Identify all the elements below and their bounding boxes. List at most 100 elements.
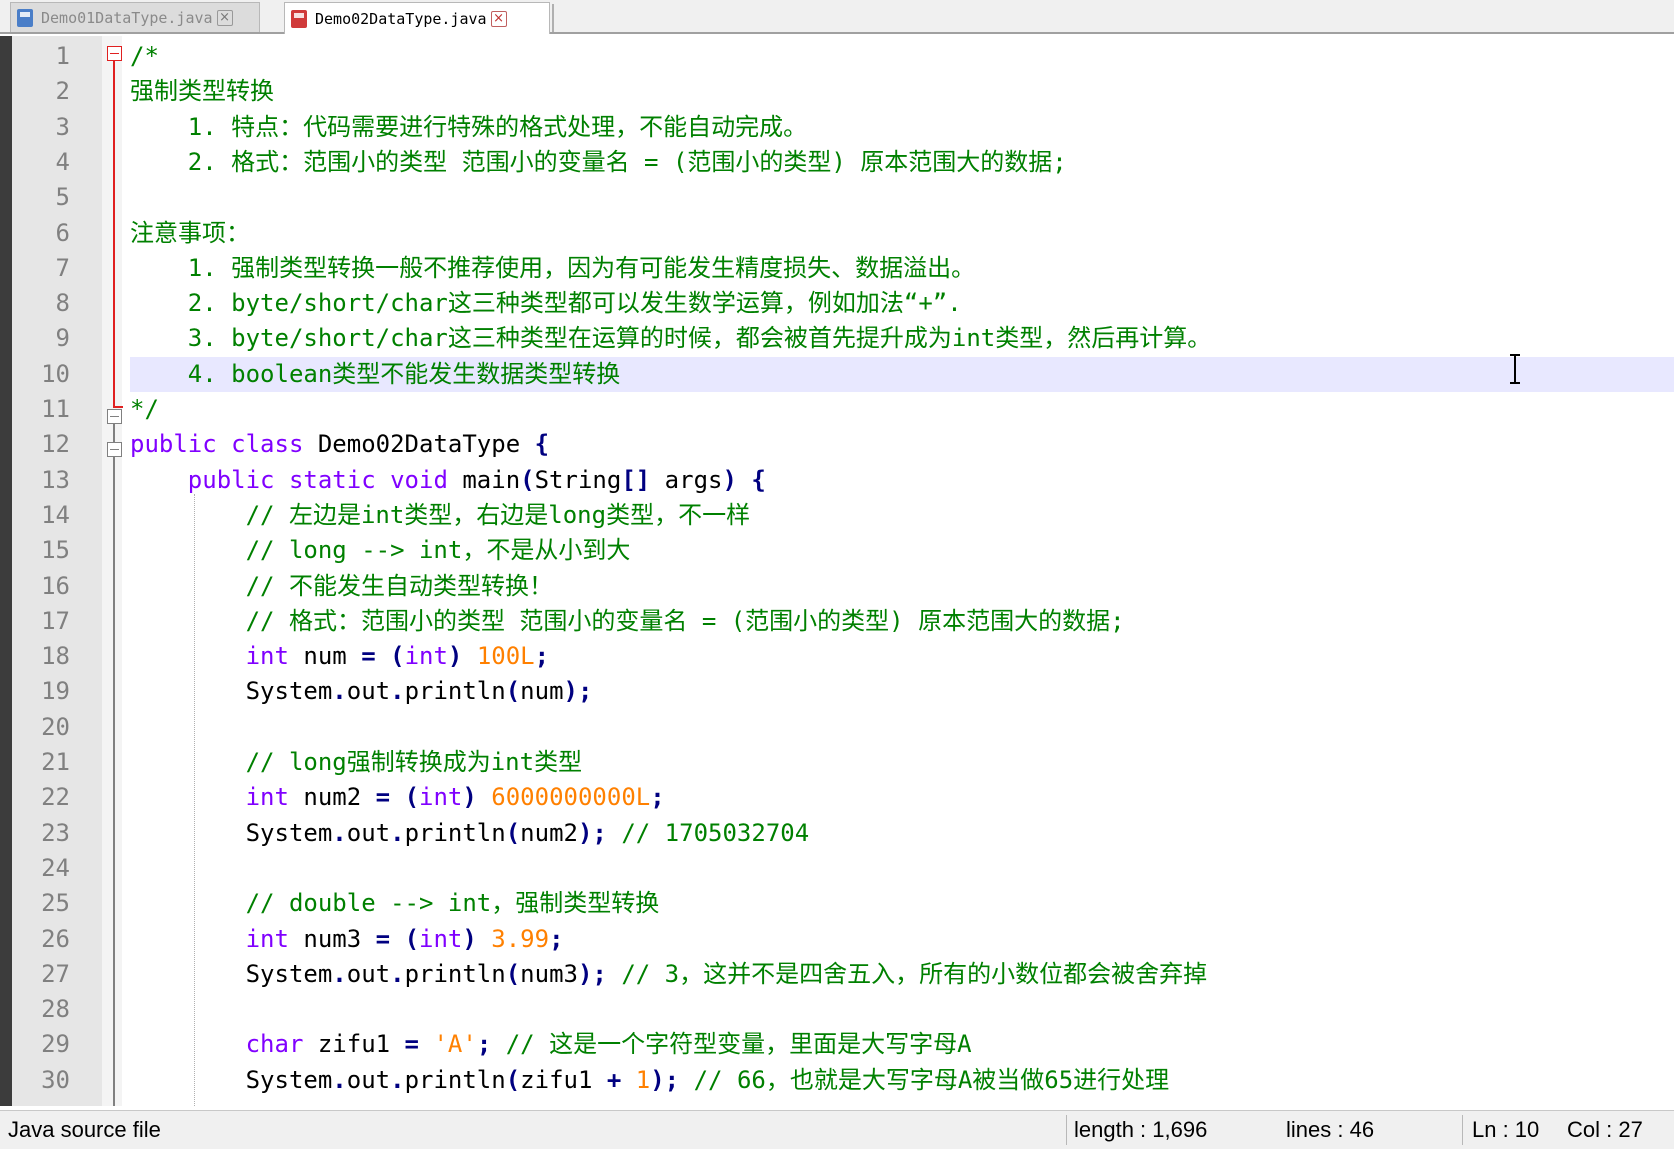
- line-number: 8: [55, 289, 70, 318]
- code-token: num3: [520, 959, 578, 988]
- code-line[interactable]: */: [130, 392, 159, 427]
- line-number: 1: [55, 42, 70, 70]
- line-number: 3: [55, 112, 70, 141]
- code-token: .: [390, 818, 405, 847]
- code-line[interactable]: System.out.println(num3); // 3，这并不是四舍五入，…: [130, 957, 1208, 992]
- code-line[interactable]: System.out.println(zifu1 + 1); // 66，也就是…: [130, 1063, 1170, 1098]
- code-token: println: [404, 677, 506, 706]
- code-token: ): [462, 924, 477, 953]
- code-token: .: [390, 959, 405, 988]
- code-token: System: [130, 818, 333, 847]
- code-token: zifu1: [303, 1030, 405, 1059]
- code-token: ): [462, 783, 477, 812]
- code-token: num2: [288, 783, 376, 812]
- code-line[interactable]: char zifu1 = 'A'; // 这是一个字符型变量，里面是大写字母A: [130, 1027, 972, 1062]
- code-token: out: [346, 959, 391, 988]
- line-number: 10: [41, 359, 70, 388]
- line-number: 19: [41, 677, 70, 706]
- code-token: 3. byte/short/char这三种类型在运算的时候，都会被首先提升成为i…: [130, 324, 1212, 353]
- code-line[interactable]: 2. 格式：范围小的类型 范围小的变量名 = (范围小的类型) 原本范围大的数据…: [130, 145, 1067, 180]
- tab-divider: [552, 4, 554, 32]
- code-line[interactable]: int num = (int) 100L;: [130, 639, 549, 674]
- line-number: 2: [55, 77, 70, 106]
- code-line[interactable]: // long强制转换成为int类型: [130, 745, 583, 780]
- code-line[interactable]: 注意事项：: [130, 216, 250, 251]
- code-line[interactable]: System.out.println(num);: [130, 674, 593, 709]
- code-line[interactable]: // long --> int，不是从小到大: [130, 533, 631, 568]
- tab-demo02[interactable]: Demo02DataType.java ×: [284, 2, 550, 34]
- code-token: 6000000000L: [491, 783, 651, 812]
- code-token: int: [419, 783, 463, 812]
- code-line[interactable]: 2. byte/short/char这三种类型都可以发生数学运算，例如加法“+”…: [130, 286, 962, 321]
- close-tab-icon[interactable]: ×: [216, 9, 233, 26]
- line-number: 4: [55, 147, 70, 176]
- code-line[interactable]: int num2 = (int) 6000000000L;: [130, 780, 665, 815]
- line-number: 11: [41, 395, 70, 423]
- tab-label: Demo01DataType.java: [41, 8, 213, 27]
- code-token: System: [130, 677, 333, 706]
- code-line[interactable]: int num3 = (int) 3.99;: [130, 922, 564, 957]
- code-line[interactable]: System.out.println(num2); // 1705032704: [130, 816, 810, 851]
- code-token: =: [375, 783, 391, 812]
- code-line[interactable]: 1. 特点：代码需要进行特殊的格式处理，不能自动完成。: [130, 110, 807, 145]
- line-number: 30: [41, 1065, 70, 1094]
- code-token: );: [563, 677, 593, 706]
- code-token: main: [447, 465, 521, 494]
- tab-bar: Demo01DataType.java × Demo02DataType.jav…: [0, 0, 1674, 34]
- fold-margin[interactable]: [102, 36, 122, 1106]
- code-line[interactable]: public static void main(String[] args) {: [130, 463, 766, 498]
- code-line[interactable]: 1. 强制类型转换一般不推荐使用，因为有可能发生精度损失、数据溢出。: [130, 251, 975, 286]
- line-number: 6: [55, 218, 70, 247]
- code-line[interactable]: 强制类型转换: [130, 74, 274, 109]
- code-line[interactable]: // 左边是int类型，右边是long类型，不一样: [130, 498, 751, 533]
- code-token: Demo02DataType: [303, 430, 535, 459]
- code-token: */: [130, 395, 159, 423]
- code-token: out: [346, 1065, 391, 1094]
- code-token: char: [245, 1030, 304, 1059]
- fold-toggle-icon[interactable]: [107, 46, 122, 61]
- code-token: {: [751, 465, 766, 494]
- code-line[interactable]: /*: [130, 39, 159, 74]
- code-token: (: [505, 677, 521, 706]
- tab-label: Demo02DataType.java: [315, 9, 487, 28]
- code-token: // 格式：范围小的类型 范围小的变量名 = (范围小的类型) 原本范围大的数据…: [245, 606, 1125, 635]
- fold-toggle-icon[interactable]: [107, 409, 122, 424]
- line-number: 15: [41, 536, 70, 565]
- status-bar: Java source file length : 1,696 lines : …: [0, 1110, 1674, 1149]
- text-cursor-icon: [1510, 354, 1520, 384]
- fold-toggle-icon[interactable]: [107, 442, 122, 457]
- line-number: 7: [55, 253, 70, 282]
- code-token: 3.99: [491, 924, 550, 953]
- line-number: 24: [41, 853, 70, 882]
- document-length: length : 1,696: [1074, 1117, 1208, 1142]
- code-token: );: [650, 1065, 680, 1094]
- code-token: num3: [288, 924, 376, 953]
- tab-demo01[interactable]: Demo01DataType.java ×: [10, 2, 260, 32]
- code-token: 强制类型转换: [130, 77, 274, 106]
- code-line[interactable]: // double --> int，强制类型转换: [130, 886, 660, 921]
- code-line[interactable]: // 格式：范围小的类型 范围小的变量名 = (范围小的类型) 原本范围大的数据…: [130, 604, 1125, 639]
- code-token: (: [404, 924, 420, 953]
- line-number: 20: [41, 712, 70, 741]
- code-token: .: [332, 1065, 347, 1094]
- code-line[interactable]: 3. byte/short/char这三种类型在运算的时候，都会被首先提升成为i…: [130, 321, 1211, 356]
- modified-java-file-icon: [291, 9, 307, 28]
- code-token: .: [332, 677, 347, 706]
- code-token: num2: [520, 818, 578, 847]
- code-token: 1. 特点：代码需要进行特殊的格式处理，不能自动完成。: [130, 112, 808, 141]
- code-token: String: [534, 465, 622, 494]
- code-line[interactable]: public class Demo02DataType {: [130, 427, 549, 462]
- close-tab-icon[interactable]: ×: [490, 10, 507, 27]
- code-editor[interactable]: 1 /* 2 强制类型转换 3 1. 特点：代码需要进行特殊的格式处理，不能自动完成。 4…: [0, 36, 1674, 1106]
- code-line[interactable]: 4. boolean类型不能发生数据类型转换: [130, 357, 621, 392]
